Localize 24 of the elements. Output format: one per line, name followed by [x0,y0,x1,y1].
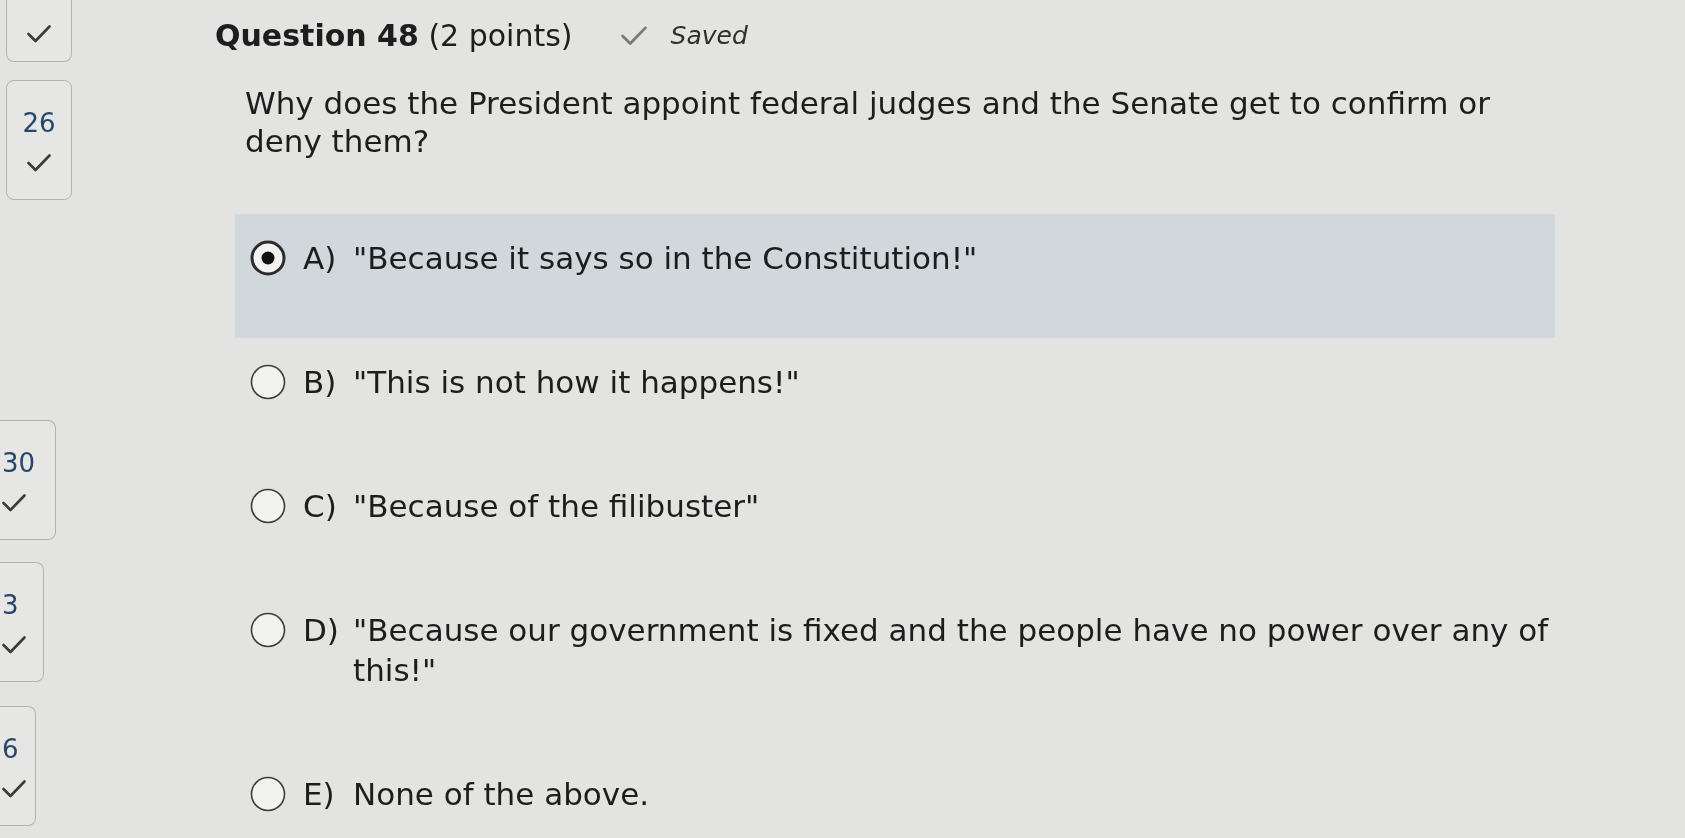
question-title: Question 48 (2 points) [215,17,573,55]
question-tile[interactable] [6,0,72,62]
check-icon [620,26,647,46]
question-tile[interactable]: 3 [0,562,44,682]
saved-status: Saved [670,20,748,52]
option-text: None of the above. [353,775,650,814]
question-tile[interactable]: 30 [0,420,56,540]
option-letter: B) [303,363,338,402]
radio-button[interactable] [250,364,286,400]
option-letter: C) [303,487,338,526]
option-text: "This is not how it happens!" [353,363,800,402]
option-text: "Because it says so in the Constitution!" [353,239,978,278]
radio-button[interactable] [250,776,286,812]
radio-button[interactable] [250,612,286,648]
radio-button[interactable] [250,488,286,524]
question-tile[interactable]: 26 [6,80,72,200]
option-text: "Because of the filibuster" [353,487,760,526]
option-letter: A) [303,239,338,278]
question-text: Why does the President appoint federal judges and the Senate get to confirm or deny them? [245,84,1491,160]
option-text: "Because our government is fixed and the people have no power over any of this!" [353,611,1550,690]
question-tile[interactable]: 6 [0,706,36,826]
option-letter: E) [303,775,336,814]
option-letter: D) [303,611,340,650]
radio-button[interactable] [250,240,286,276]
